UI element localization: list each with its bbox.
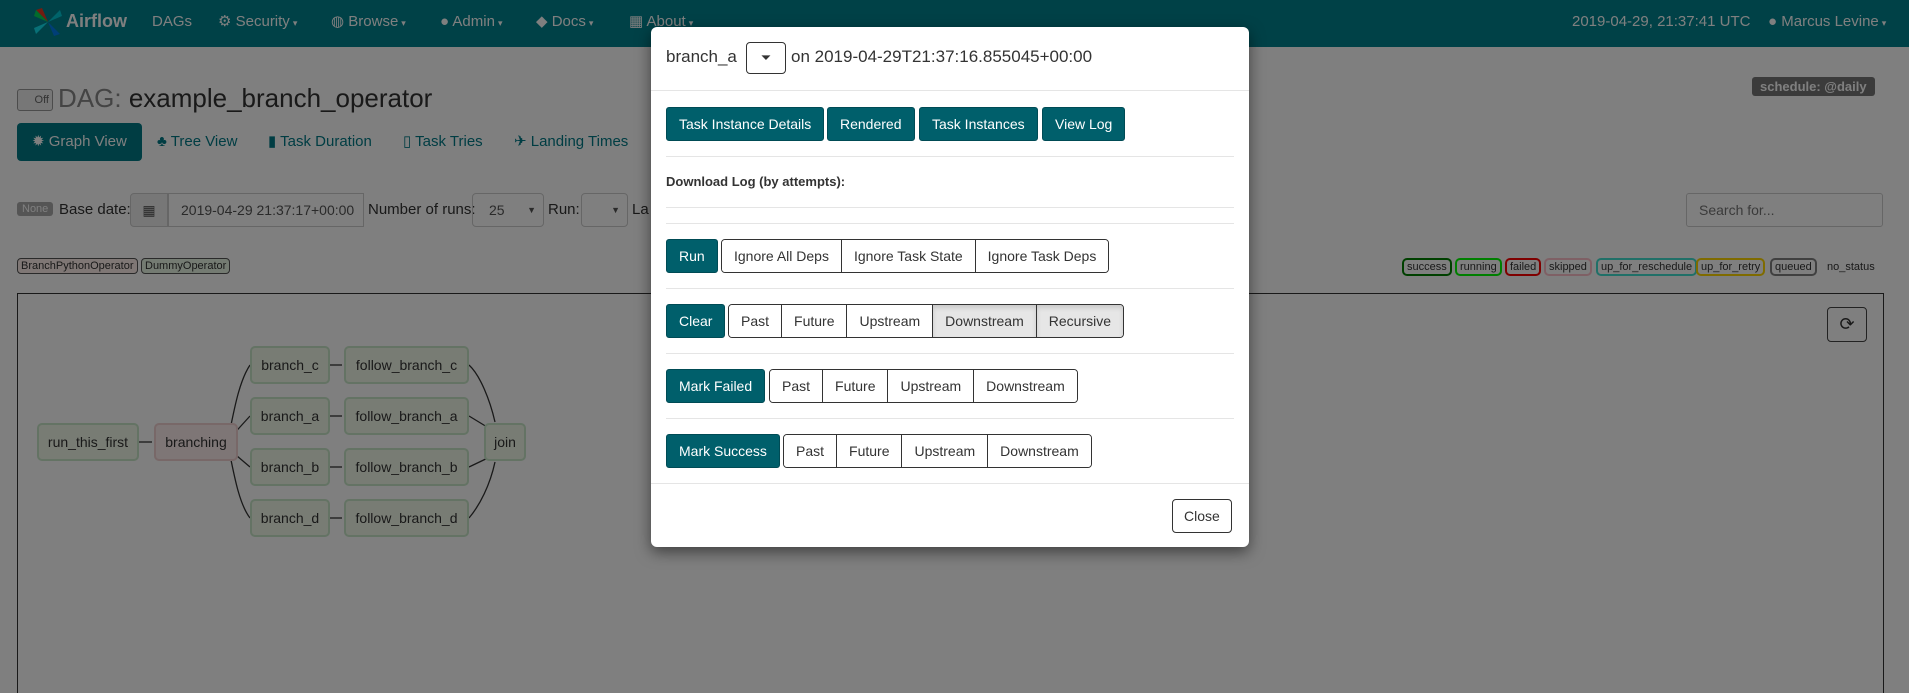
ignore-all-deps-toggle[interactable]: Ignore All Deps	[722, 240, 842, 272]
divider	[666, 353, 1234, 354]
divider	[666, 207, 1234, 208]
download-log-label: Download Log (by attempts):	[666, 174, 846, 189]
filter-icon[interactable]: ⏷	[746, 42, 786, 74]
task-instances-button[interactable]: Task Instances	[919, 107, 1038, 141]
modal-footer-divider	[651, 483, 1249, 484]
mark-failed-upstream-toggle[interactable]: Upstream	[888, 370, 975, 402]
mark-failed-button[interactable]: Mark Failed	[666, 369, 766, 403]
mark-success-downstream-toggle[interactable]: Downstream	[988, 435, 1091, 467]
modal-header: branch_a ⏷ on 2019-04-29T21:37:16.855045…	[651, 27, 1249, 91]
divider	[666, 418, 1234, 419]
clear-downstream-toggle[interactable]: Downstream	[933, 305, 1037, 337]
mark-success-button[interactable]: Mark Success	[666, 434, 780, 468]
divider	[666, 288, 1234, 289]
clear-recursive-toggle[interactable]: Recursive	[1036, 305, 1124, 337]
mark-failed-past-toggle[interactable]: Past	[770, 370, 824, 402]
task-instance-modal: branch_a ⏷ on 2019-04-29T21:37:16.855045…	[651, 27, 1249, 547]
clear-future-toggle[interactable]: Future	[782, 305, 848, 337]
mark-failed-options-group: Past Future Upstream Downstream	[769, 369, 1078, 403]
mark-success-future-toggle[interactable]: Future	[837, 435, 903, 467]
rendered-button[interactable]: Rendered	[827, 107, 915, 141]
divider	[666, 156, 1234, 157]
run-button[interactable]: Run	[666, 239, 718, 273]
mark-success-upstream-toggle[interactable]: Upstream	[902, 435, 989, 467]
mark-failed-future-toggle[interactable]: Future	[823, 370, 889, 402]
mark-success-options-group: Past Future Upstream Downstream	[783, 434, 1092, 468]
ignore-task-state-toggle[interactable]: Ignore Task State	[841, 240, 976, 272]
task-instance-details-button[interactable]: Task Instance Details	[666, 107, 825, 141]
mark-success-past-toggle[interactable]: Past	[784, 435, 838, 467]
clear-button[interactable]: Clear	[666, 304, 726, 338]
mark-failed-downstream-toggle[interactable]: Downstream	[974, 370, 1077, 402]
close-button[interactable]: Close	[1172, 499, 1232, 533]
divider	[666, 223, 1234, 224]
view-log-button[interactable]: View Log	[1042, 107, 1126, 141]
clear-options-group: Past Future Upstream Downstream Recursiv…	[728, 304, 1125, 338]
modal-task-name: branch_a	[666, 47, 737, 66]
ignore-task-deps-toggle[interactable]: Ignore Task Deps	[975, 240, 1109, 272]
clear-past-toggle[interactable]: Past	[729, 305, 783, 337]
modal-execution-date: on 2019-04-29T21:37:16.855045+00:00	[791, 47, 1093, 66]
clear-upstream-toggle[interactable]: Upstream	[847, 305, 934, 337]
run-options-group: Ignore All Deps Ignore Task State Ignore…	[721, 239, 1110, 273]
